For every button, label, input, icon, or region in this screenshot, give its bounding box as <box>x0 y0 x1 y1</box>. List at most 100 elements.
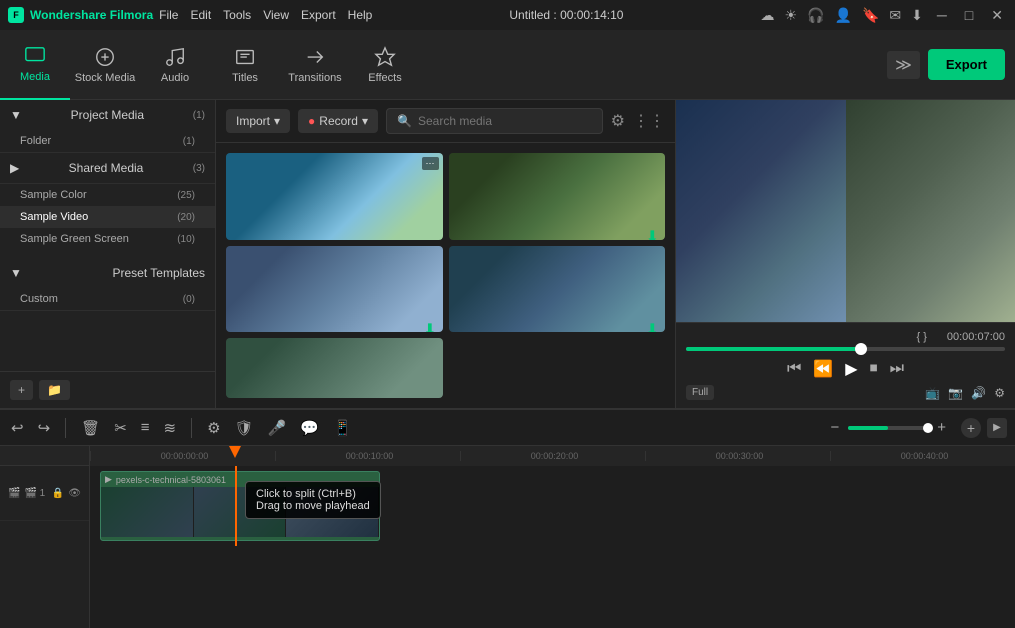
sample-color-item[interactable]: Sample Color (25) <box>0 184 215 206</box>
close-button[interactable]: ✕ <box>987 7 1007 24</box>
download-icon[interactable]: ⬇ <box>911 7 923 24</box>
folder-button[interactable]: 📁 <box>39 380 70 400</box>
settings-gear-button[interactable]: ⚙ <box>204 416 223 440</box>
import-dropdown-icon: ▾ <box>274 114 280 128</box>
zoom-controls: − + + ▶ <box>827 416 1007 439</box>
media-card-travel05[interactable]: ⬇ Travel 05 <box>226 246 443 333</box>
screen-button[interactable]: 📱 <box>330 416 355 440</box>
search-input[interactable] <box>418 114 592 128</box>
track-label-1: 🎬 🎬 1 🔒 👁 <box>0 466 89 521</box>
undo-button[interactable]: ↩ <box>8 416 27 440</box>
custom-label: Custom <box>20 293 58 305</box>
record-button[interactable]: ● Record ▾ <box>298 109 378 133</box>
tab-media[interactable]: Media <box>0 30 70 100</box>
shield-button[interactable]: 🛡 <box>232 416 257 440</box>
tab-audio[interactable]: Audio <box>140 30 210 100</box>
track-content: ▶ pexels-c-technical-5803061 Click to sp… <box>90 466 1015 546</box>
maximize-button[interactable]: □ <box>961 7 977 23</box>
sun-icon[interactable]: ☀ <box>785 7 798 24</box>
media-card-travel06[interactable]: ⬇ Travel 06 <box>449 153 666 240</box>
tab-effects-label: Effects <box>368 72 401 84</box>
download-icon-travel04: ⬇ <box>646 320 659 333</box>
shared-media-header[interactable]: ▶ Shared Media (3) <box>0 153 215 183</box>
prev-frame-button[interactable]: ⏪ <box>813 359 833 379</box>
preset-templates-header[interactable]: ▼ Preset Templates <box>0 258 215 288</box>
headphone-icon[interactable]: 🎧 <box>807 7 824 24</box>
expand-button[interactable]: ≫ <box>887 51 920 79</box>
toolbar: Media Stock Media Audio Titles Transitio… <box>0 30 1015 100</box>
mic-button[interactable]: 🎤 <box>265 416 290 440</box>
mark-0: 00:00:00:00 <box>90 451 275 461</box>
track-eye-icon[interactable]: 👁 <box>68 488 81 499</box>
zoom-in-button[interactable]: + <box>934 416 949 439</box>
settings-button[interactable]: ⚙ <box>994 386 1005 400</box>
media-card-beach[interactable]: ⋯ Beach <box>226 153 443 240</box>
screen-cast-button[interactable]: 📺 <box>925 386 940 400</box>
timestamp-value: 00:00:07:00 <box>947 331 1005 343</box>
project-media-header[interactable]: ▼ Project Media (1) <box>0 100 215 130</box>
filter-button[interactable]: ⚙ <box>611 111 625 131</box>
travel04-thumbnail: ⬇ <box>449 246 666 333</box>
split-preview <box>676 100 1015 322</box>
project-media-count: (1) <box>193 110 205 121</box>
skip-back-button[interactable]: ⏮ <box>787 360 801 378</box>
audio-button[interactable]: ≋ <box>161 416 180 440</box>
sample-video-item[interactable]: Sample Video (20) <box>0 206 215 228</box>
media-card-travel04[interactable]: ⬇ Travel 04 <box>449 246 666 333</box>
panel-bottom-buttons: + 📁 <box>0 371 215 408</box>
folder-item[interactable]: Folder (1) <box>0 130 215 152</box>
custom-item[interactable]: Custom (0) <box>0 288 215 310</box>
menu-file[interactable]: File <box>159 8 178 22</box>
shared-media-arrow: ▶ <box>10 161 19 175</box>
tab-stock-media[interactable]: Stock Media <box>70 30 140 100</box>
media-grid: ⋯ Beach ⬇ Travel 06 ⬇ Travel 05 <box>216 143 675 408</box>
delete-button[interactable]: 🗑 <box>78 416 103 440</box>
sample-green-screen-item[interactable]: Sample Green Screen (10) <box>0 228 215 250</box>
timeline-toolbar: ↩ ↪ 🗑 ✂ ≡ ≋ ⚙ 🛡 🎤 💬 📱 − + + ▶ <box>0 410 1015 446</box>
preview-area: { } 00:00:07:00 ⏮ ⏪ ▶ ⏹ ⏭ Full 📺 📷 <box>675 100 1015 408</box>
tab-effects[interactable]: Effects <box>350 30 420 100</box>
window-title: Untitled : 00:00:14:10 <box>509 8 623 22</box>
screenshot-button[interactable]: 📷 <box>948 386 963 400</box>
timestamp-label: { } <box>916 331 926 343</box>
import-button[interactable]: Import ▾ <box>226 109 290 133</box>
sample-video-count: (20) <box>177 212 195 223</box>
cloud-icon[interactable]: ☁ <box>761 7 775 24</box>
tooltip-line2: Drag to move playhead <box>256 500 370 512</box>
play-button[interactable]: ▶ <box>845 359 857 379</box>
grid-view-button[interactable]: ⋮⋮ <box>633 111 665 131</box>
track-toggle[interactable]: ▶ <box>987 418 1007 438</box>
tab-transitions-label: Transitions <box>288 72 341 84</box>
user-icon[interactable]: 👤 <box>835 7 852 24</box>
menu-help[interactable]: Help <box>348 8 373 22</box>
zoom-slider[interactable] <box>848 426 928 430</box>
stop-button[interactable]: ⏹ <box>870 360 878 378</box>
record-label: Record <box>319 114 358 128</box>
skip-forward-button[interactable]: ⏭ <box>890 360 904 378</box>
mail-icon[interactable]: ✉ <box>889 7 901 24</box>
cut-button[interactable]: ✂ <box>111 416 130 440</box>
caption-button[interactable]: 💬 <box>297 416 322 440</box>
menu-edit[interactable]: Edit <box>190 8 211 22</box>
properties-button[interactable]: ≡ <box>138 416 153 439</box>
tab-titles[interactable]: Titles <box>210 30 280 100</box>
project-media-arrow: ▼ <box>10 108 22 122</box>
menu-view[interactable]: View <box>263 8 289 22</box>
menu-tools[interactable]: Tools <box>223 8 251 22</box>
media-card-partial[interactable] <box>226 338 443 398</box>
menu-export[interactable]: Export <box>301 8 336 22</box>
zoom-out-button[interactable]: − <box>827 416 842 439</box>
add-item-button[interactable]: + <box>10 380 33 400</box>
add-track-button[interactable]: + <box>961 418 981 438</box>
travel05-thumbnail: ⬇ <box>226 246 443 333</box>
progress-fill <box>686 347 861 351</box>
bookmark-icon[interactable]: 🔖 <box>862 7 879 24</box>
minimize-button[interactable]: ─ <box>933 7 951 23</box>
volume-button[interactable]: 🔊 <box>971 386 986 400</box>
full-screen-button[interactable]: Full <box>686 385 714 400</box>
progress-bar[interactable] <box>686 347 1005 351</box>
export-button[interactable]: Export <box>928 49 1005 80</box>
redo-button[interactable]: ↪ <box>35 416 54 440</box>
clip-name: pexels-c-technical-5803061 <box>116 475 226 485</box>
tab-transitions[interactable]: Transitions <box>280 30 350 100</box>
